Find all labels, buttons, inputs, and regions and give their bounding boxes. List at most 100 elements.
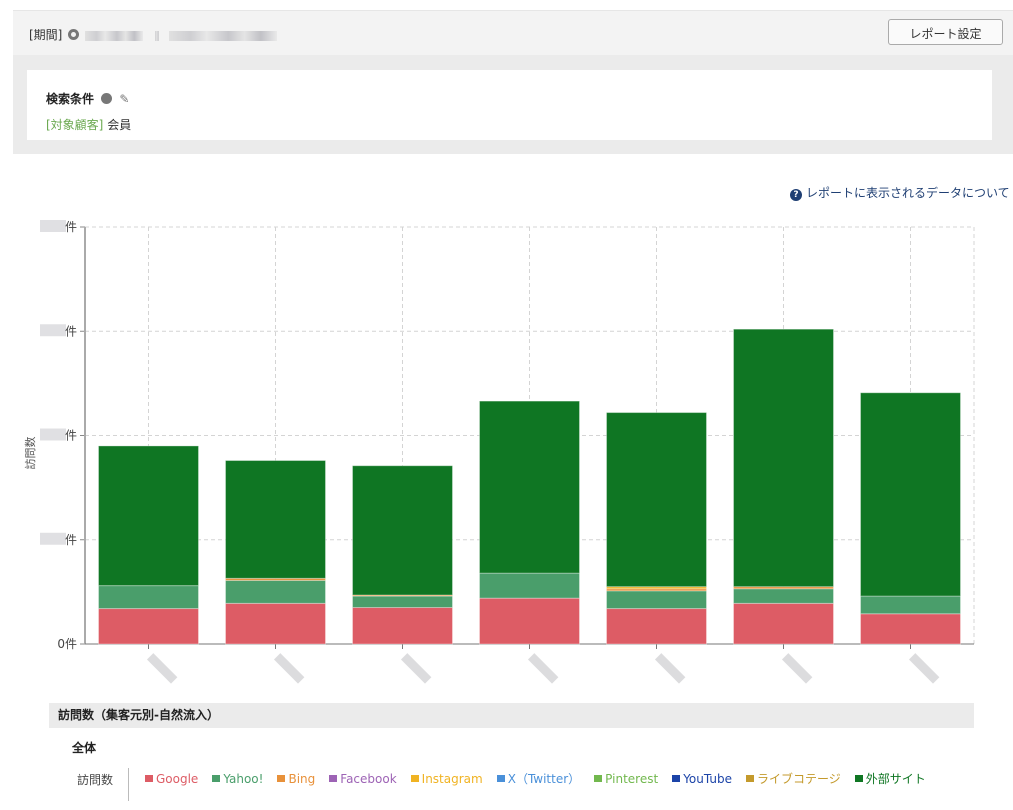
legend-item[interactable]: Google: [145, 770, 198, 787]
report-settings-button[interactable]: レポート設定: [888, 19, 1003, 45]
condition-value: 会員: [107, 118, 132, 132]
x-tick-label-blur: [908, 653, 940, 684]
period-value-obscured: [168, 30, 277, 41]
period-label: [期間]: [29, 26, 277, 43]
legend-item[interactable]: Instagram: [410, 770, 483, 787]
legend-label: Instagram: [421, 771, 483, 786]
period-separator-obscured: [154, 30, 159, 41]
search-conditions-box: 検索条件 ✎ [対象顧客] 会員: [27, 70, 992, 140]
legend-swatch-icon: [496, 775, 505, 782]
period-label-text: [期間]: [29, 28, 63, 42]
search-conditions-title: 検索条件 ✎: [46, 90, 129, 107]
legend-label: Yahoo!: [223, 771, 264, 786]
search-conditions-panel: 検索条件 ✎ [対象顧客] 会員: [13, 55, 1013, 154]
y-tick-label: 件: [65, 429, 77, 443]
legend-swatch-icon: [277, 775, 286, 782]
bar-segment-yahoo-: [225, 579, 326, 604]
legend-item[interactable]: Pinterest: [594, 770, 658, 787]
bar-segment-google: [733, 602, 834, 645]
stacked-bar-chart: 0件件件件件 訪問数: [23, 220, 975, 684]
x-tick-label-blur: [527, 653, 559, 684]
period-bar: [期間] レポート設定: [13, 10, 1013, 55]
legend-label: X（Twitter）: [507, 772, 581, 786]
x-tick-label-obscured: [400, 653, 432, 684]
x-tick-label-blur: [146, 653, 178, 684]
search-conditions-title-text: 検索条件: [46, 92, 95, 106]
bar-segment-yahoo-: [733, 588, 834, 604]
legend-swatch-icon: [329, 775, 338, 782]
y-tick-label-obscured: [40, 220, 66, 232]
bar-segment-google: [860, 613, 961, 645]
bar-segment--: [98, 445, 199, 587]
legend-item[interactable]: Yahoo!: [212, 770, 263, 787]
info-icon[interactable]: [101, 93, 113, 104]
x-tick-label-blur: [654, 653, 686, 684]
bar-segment--: [479, 400, 580, 574]
bar-segment--: [225, 460, 326, 579]
bar-segment--: [352, 465, 453, 596]
condition-key: [対象顧客]: [46, 118, 104, 132]
legend-label: ライブコテージ: [756, 772, 841, 786]
x-tick-label-obscured: [273, 653, 305, 684]
bar-segment-yahoo-: [479, 572, 580, 599]
legend-section-subtitle: 全体: [72, 741, 97, 755]
bar-segment-google: [225, 602, 326, 645]
y-axis-label: 訪問数: [23, 437, 37, 470]
condition-row: [対象顧客] 会員: [46, 116, 131, 133]
bar-segment--: [860, 392, 961, 597]
y-tick-label-obscured: [40, 324, 66, 337]
bar-segment-yahoo-: [606, 590, 707, 610]
legend-label: Google: [156, 771, 199, 786]
y-tick-label: 件: [65, 324, 77, 338]
info-icon[interactable]: [68, 29, 80, 40]
legend-swatch-icon: [745, 775, 754, 782]
y-tick-label-obscured: [40, 428, 66, 441]
legend-label: Facebook: [340, 771, 397, 786]
legend-label: YouTube: [683, 771, 732, 786]
x-tick-label-obscured: [908, 653, 940, 684]
pencil-icon[interactable]: ✎: [119, 92, 129, 106]
legend-divider: [128, 768, 129, 801]
help-link-text: レポートに表示されるデータについて: [806, 186, 1010, 200]
bar-segment-yahoo-: [860, 595, 961, 615]
bar-segment-google: [606, 608, 707, 645]
x-tick-label-blur: [273, 653, 305, 684]
legend-swatch-icon: [854, 775, 863, 782]
y-tick-label: 0件: [57, 637, 77, 651]
legend-item[interactable]: Bing: [277, 770, 315, 787]
legend-row-label: 訪問数: [77, 773, 114, 787]
period-value-obscured: [85, 30, 144, 41]
y-tick-label: 件: [65, 220, 77, 234]
x-tick-label-blur: [400, 653, 432, 684]
legend-section-title: 訪問数（集客元別-自然流入）: [49, 703, 974, 728]
bar-segment-google: [479, 597, 580, 645]
legend-label: Bing: [288, 771, 316, 786]
legend-label: Pinterest: [605, 771, 659, 786]
bar-segment-yahoo-: [98, 585, 199, 610]
bar-segment--: [606, 412, 707, 588]
legend-item[interactable]: Facebook: [329, 770, 397, 787]
x-tick-label-obscured: [654, 653, 686, 684]
x-tick-label-obscured: [781, 653, 813, 684]
chart-legend: Google Yahoo! Bing Facebook Instagram X（Twitt…: [145, 770, 940, 787]
x-tick-label-obscured: [527, 653, 559, 684]
legend-item[interactable]: YouTube: [672, 770, 732, 787]
bar-segment-google: [352, 607, 453, 645]
x-tick-label-blur: [781, 653, 813, 684]
legend-label: 外部サイト: [865, 772, 926, 786]
bar-segment--: [733, 328, 834, 588]
help-link[interactable]: ? レポートに表示されるデータについて: [790, 184, 1010, 201]
legend-swatch-icon: [145, 775, 153, 782]
legend-swatch-icon: [672, 775, 681, 782]
legend-item[interactable]: 外部サイト: [854, 770, 926, 787]
legend-swatch-icon: [212, 775, 221, 782]
y-tick-label: 件: [65, 533, 77, 547]
question-icon: ?: [790, 189, 802, 201]
legend-swatch-icon: [594, 775, 603, 782]
x-tick-label-obscured: [146, 653, 178, 684]
bar-segment-yahoo-: [352, 595, 453, 609]
legend-swatch-icon: [410, 775, 419, 782]
bar-segment-google: [98, 608, 199, 645]
legend-item[interactable]: ライブコテージ: [745, 770, 841, 787]
legend-item[interactable]: X（Twitter）: [496, 770, 581, 787]
